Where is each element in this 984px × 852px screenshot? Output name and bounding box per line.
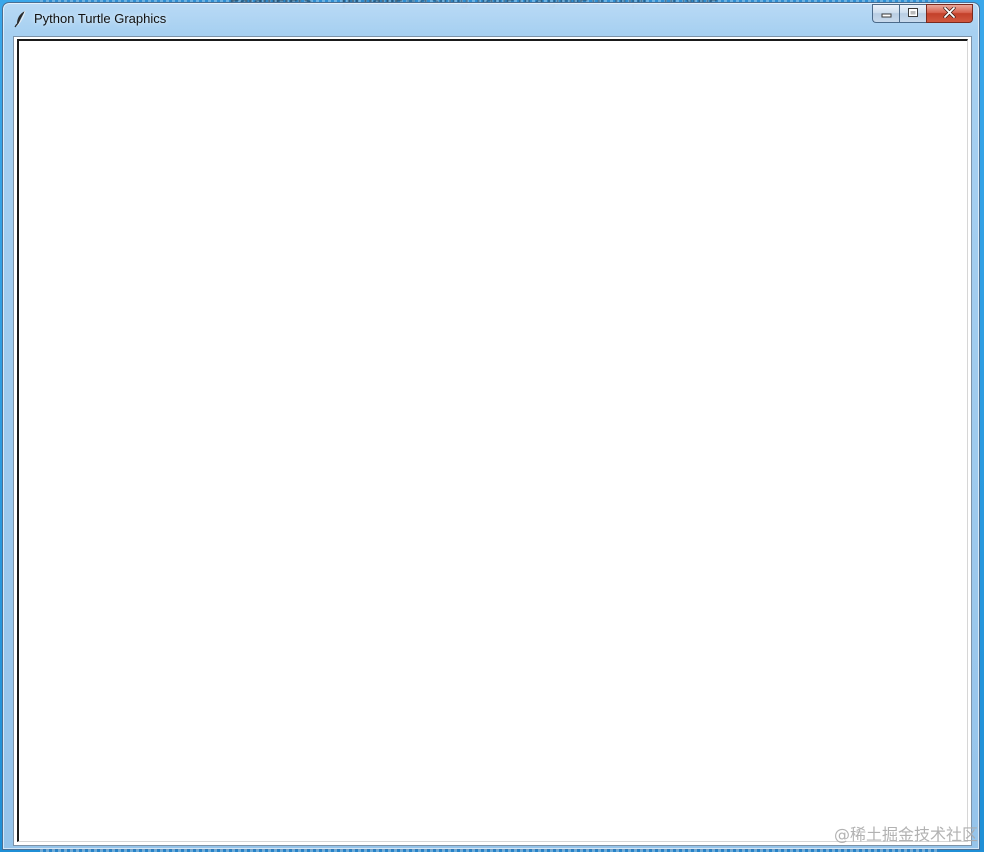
turtle-window: Python Turtle Graphics — [2, 2, 980, 850]
window-client-area — [13, 36, 972, 846]
close-icon — [943, 5, 956, 23]
close-button[interactable] — [926, 4, 973, 23]
watermark-text: @稀土掘金技术社区 — [833, 825, 978, 844]
minimize-icon — [881, 5, 892, 23]
maximize-button[interactable] — [899, 4, 926, 23]
turtle-canvas[interactable] — [17, 39, 968, 842]
feather-icon — [13, 10, 29, 28]
minimize-button[interactable] — [872, 4, 899, 23]
title-bar[interactable]: Python Turtle Graphics — [3, 3, 979, 35]
window-title: Python Turtle Graphics — [34, 11, 167, 26]
desktop: Parameters: picname – a string, name of … — [0, 0, 984, 852]
caption-buttons — [872, 4, 973, 24]
maximize-icon — [907, 5, 919, 23]
